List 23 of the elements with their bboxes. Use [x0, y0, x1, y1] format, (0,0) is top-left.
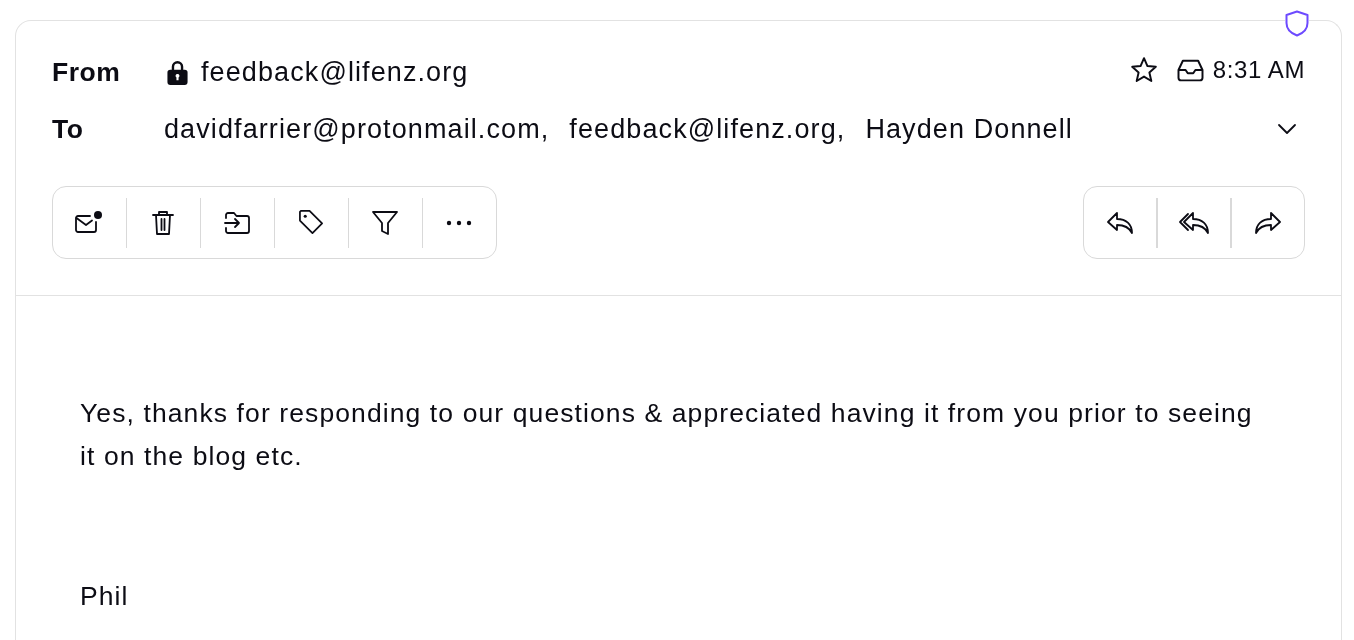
- message-paragraph: Phil: [80, 580, 130, 613]
- received-time: 8:31 AM: [1212, 55, 1305, 84]
- lock-icon: [166, 59, 189, 85]
- sender-address[interactable]: feedback@lifenz.org: [201, 56, 469, 88]
- star-icon[interactable]: [1129, 55, 1158, 84]
- trash-icon: [151, 208, 176, 237]
- shield-icon: [1285, 10, 1309, 37]
- double-curved-left-arrow-icon: [1177, 210, 1210, 235]
- envelope-icon: [74, 209, 105, 236]
- message-paragraph: Yes, thanks for responding to our questions & appreciated having it from you prior to seeing it on the blog etc.: [80, 397, 1254, 473]
- funnel-icon: [371, 209, 400, 236]
- to-label: To: [52, 113, 85, 145]
- curved-right-arrow-icon: [1253, 210, 1282, 235]
- recipient-address[interactable]: davidfarrier@protonmail.com,: [164, 113, 550, 145]
- recipient-address[interactable]: Hayden Donnell: [865, 113, 1073, 145]
- recipient-address[interactable]: feedback@lifenz.org,: [569, 113, 846, 145]
- from-label: From: [52, 56, 122, 88]
- chevron-icon[interactable]: [1277, 123, 1297, 135]
- folder-arrow-icon: [223, 210, 252, 235]
- ellipsis-icon: [446, 219, 473, 226]
- tag-icon: [297, 209, 325, 236]
- inbox-tray-icon: [1175, 57, 1205, 82]
- curved-left-arrow-icon: [1105, 210, 1134, 235]
